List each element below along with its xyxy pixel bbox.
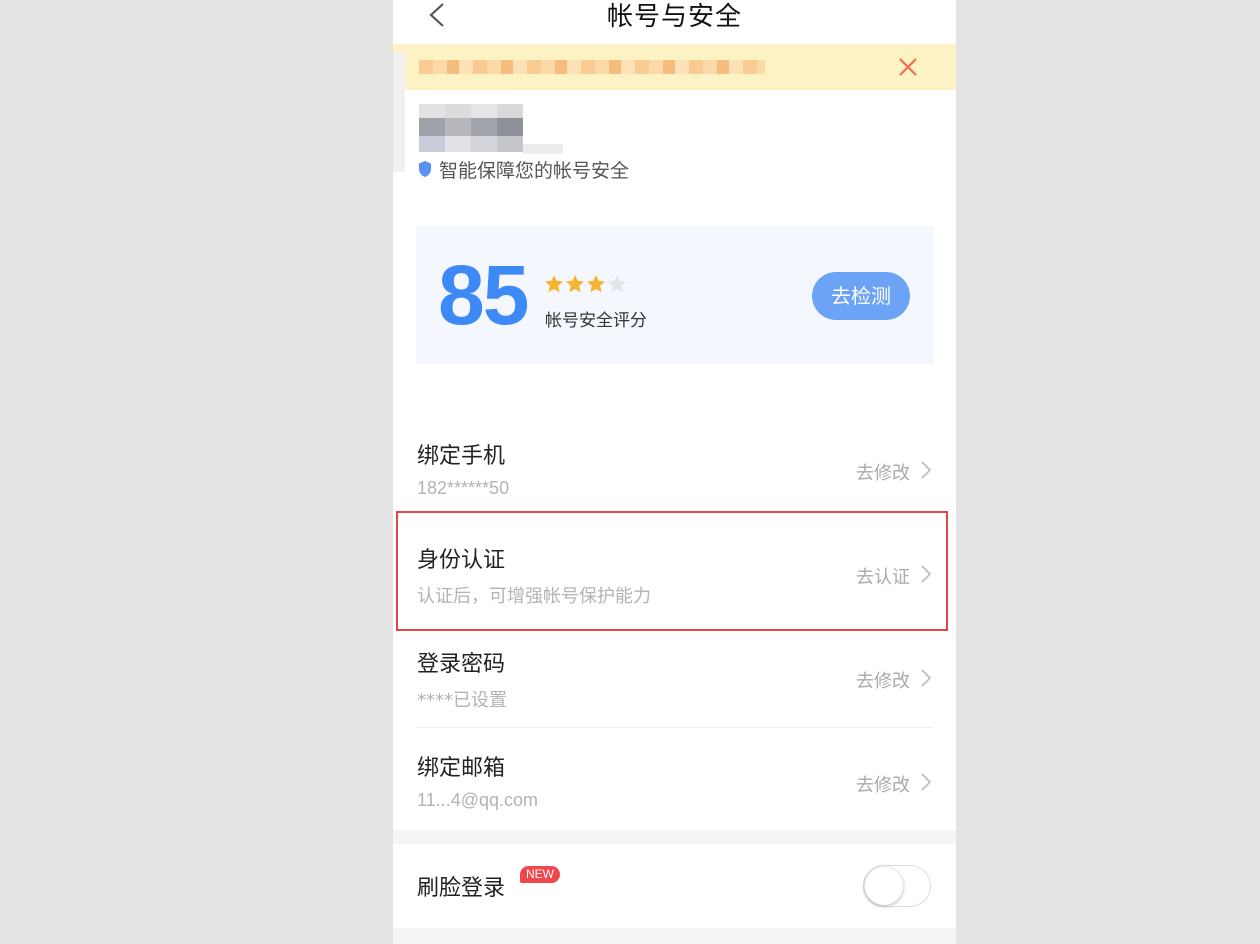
nav-bar: 帐号与安全: [393, 0, 956, 44]
row-action: 去认证: [856, 567, 910, 588]
chevron-right-icon: [921, 461, 932, 479]
row-subtitle: 认证后，可增强帐号保护能力: [417, 586, 651, 607]
face-login-toggle[interactable]: [863, 865, 931, 907]
notice-close-button[interactable]: [897, 56, 919, 78]
notice-text-redacted: [419, 60, 765, 74]
section-divider: [393, 928, 956, 944]
star-filled-icon: [545, 275, 563, 293]
row-title: 登录密码: [417, 652, 506, 677]
row-login-password[interactable]: 登录密码 ****已设置 去修改: [393, 624, 956, 728]
row-action: 去修改: [856, 775, 910, 796]
row-subtitle: 182******50: [417, 478, 510, 498]
toggle-knob: [865, 867, 903, 905]
star-filled-icon: [587, 275, 605, 293]
row-action: 去修改: [856, 671, 910, 692]
star-filled-icon: [566, 275, 584, 293]
redacted-strip: [393, 52, 405, 172]
row-identity-verification[interactable]: 身份认证 认证后，可增强帐号保护能力 去认证: [393, 520, 956, 624]
row-action: 去修改: [856, 463, 910, 484]
row-title: 绑定邮箱: [417, 756, 506, 781]
row-face-login: 刷脸登录 NEW: [393, 844, 956, 928]
row-bind-email[interactable]: 绑定邮箱 11...4@qq.com 去修改: [393, 728, 956, 832]
row-subtitle: ****已设置: [417, 690, 507, 711]
star-empty-icon: [608, 275, 626, 293]
security-score-card: 85 帐号安全评分 去检测: [416, 226, 934, 364]
section-divider: [393, 830, 956, 844]
shield-icon: [419, 161, 431, 177]
row-bind-phone[interactable]: 绑定手机 182******50 去修改: [393, 416, 956, 520]
new-badge: NEW: [520, 866, 560, 883]
close-icon: [899, 58, 917, 76]
page-title: 帐号与安全: [606, 2, 742, 32]
security-score-label: 帐号安全评分: [545, 311, 647, 331]
chevron-right-icon: [921, 669, 932, 687]
notice-banner: [393, 44, 956, 90]
row-title: 身份认证: [417, 548, 506, 573]
header-subtitle: 智能保障您的帐号安全: [439, 160, 630, 182]
security-score-value: 85: [438, 248, 529, 342]
phone-screen: 帐号与安全 智能保障您的帐号安全 85 帐号安全评分 去检测 绑定手机 182*…: [393, 0, 956, 944]
check-button[interactable]: 去检测: [812, 272, 910, 320]
chevron-right-icon: [921, 773, 932, 791]
row-title: 绑定手机: [417, 444, 506, 469]
username-redacted: [419, 104, 563, 164]
row-title: 刷脸登录: [417, 876, 506, 901]
chevron-right-icon: [921, 565, 932, 583]
row-subtitle: 11...4@qq.com: [417, 790, 538, 810]
